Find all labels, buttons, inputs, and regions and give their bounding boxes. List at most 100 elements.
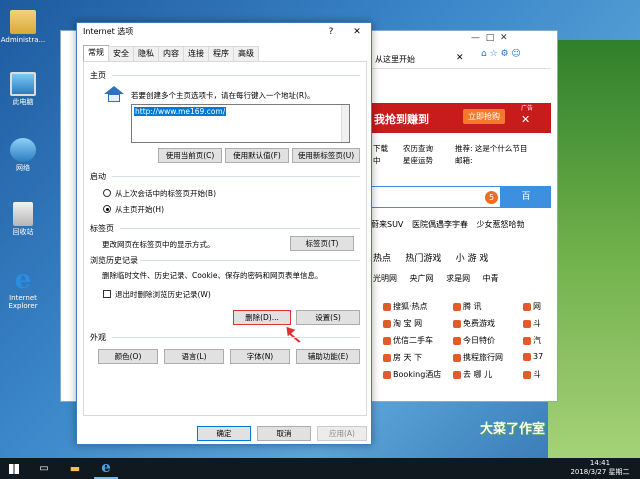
link-item[interactable]: 斗 (523, 318, 541, 329)
browser-tab[interactable]: 从这里开始 ✕ (361, 49, 551, 69)
start-button[interactable] (4, 458, 24, 479)
link-item[interactable]: 去 哪 儿 (453, 369, 492, 380)
toolbar-icons[interactable]: ⌂ ☆ ⚙ ☺ (481, 49, 521, 59)
link-label: 搜狐·热点 (393, 302, 428, 311)
link-item[interactable]: 网 (523, 301, 541, 312)
tab-programs[interactable]: 程序 (208, 46, 234, 61)
desktop-icon-label: Administra... (0, 36, 46, 44)
link-item[interactable]: 淘 宝 网 (383, 318, 422, 329)
user-folder-icon (10, 10, 36, 34)
link-label: 携程旅行网 (463, 353, 503, 362)
link-item[interactable]: 今日特价 (453, 335, 495, 346)
taobao-icon (383, 319, 391, 328)
startup-section-title: 启动 (90, 172, 106, 181)
sites-row[interactable]: 光明网 央广网 求是网 中青 (373, 273, 499, 284)
ctrip-icon (453, 353, 461, 362)
desktop-icon-recycle-bin[interactable]: 回收站 (0, 202, 46, 236)
apply-button[interactable]: 应用(A) (317, 426, 367, 441)
link-item[interactable]: 斗 (523, 369, 541, 380)
scrollbar[interactable] (341, 105, 349, 142)
recycle-bin-icon (13, 202, 33, 226)
start-home-radio[interactable] (103, 205, 111, 213)
tab-security[interactable]: 安全 (108, 46, 134, 61)
ie-taskbar-icon[interactable]: e (94, 458, 118, 479)
delete-on-exit-label: 退出时删除浏览历史记录(W) (115, 290, 211, 299)
window-controls[interactable]: — □ ✕ (471, 33, 508, 43)
link-item[interactable]: 汽 (523, 335, 541, 346)
taskbar: ▭ ▬ e 14:41 2018/3/27 星期二 (0, 458, 640, 479)
info-col3[interactable]: 推荐: 这是个什么节目 邮箱: (455, 143, 527, 167)
link-item[interactable]: 搜狐·热点 (383, 301, 428, 312)
nav-row[interactable]: 热点 热门游戏 小 游 戏 (373, 251, 488, 264)
delete-on-exit-checkbox[interactable] (103, 290, 111, 298)
start-last-session-radio[interactable] (103, 189, 111, 197)
info-col2[interactable]: 农历查询 星座运势 (403, 143, 433, 167)
link-item[interactable]: Booking酒店 (383, 369, 441, 380)
task-view-icon[interactable]: ▭ (34, 458, 54, 479)
link-item[interactable]: 腾 讯 (453, 301, 482, 312)
use-current-button[interactable]: 使用当前页(C) (158, 148, 222, 163)
desktop-icon-user[interactable]: Administra... (0, 10, 46, 44)
tencent-icon (453, 302, 461, 311)
ok-button[interactable]: 确定 (197, 426, 251, 441)
delete-history-button[interactable]: 删除(D)... (233, 310, 291, 325)
dialog-titlebar: Internet 选项 ? ✕ (77, 23, 371, 41)
use-default-button[interactable]: 使用默认值(F) (225, 148, 289, 163)
ad-button[interactable]: 立即抢购 (463, 109, 505, 124)
tab-general[interactable]: 常规 (83, 45, 109, 61)
wallpaper-foliage (548, 40, 640, 458)
search-input[interactable]: 5 (371, 186, 501, 208)
desktop-icon-network[interactable]: 网络 (0, 138, 46, 172)
languages-button[interactable]: 语言(L) (164, 349, 224, 364)
close-icon[interactable]: ✕ (521, 113, 530, 126)
link-item[interactable]: 免费游戏 (453, 318, 495, 329)
internet-options-dialog: Internet 选项 ? ✕ 常规 安全 隐私 内容 连接 程序 高级 主页 … (76, 22, 372, 445)
tab-privacy[interactable]: 隐私 (133, 46, 159, 61)
link-label: 汽 (533, 336, 541, 345)
g37-icon (523, 352, 531, 361)
sale-icon (453, 336, 461, 345)
close-icon[interactable]: ✕ (456, 53, 464, 63)
tab-advanced[interactable]: 高级 (233, 46, 259, 61)
link-label: 今日特价 (463, 336, 495, 345)
link-label: 去 哪 儿 (463, 370, 493, 379)
link-label: Booking酒店 (393, 370, 442, 379)
clock[interactable]: 14:41 2018/3/27 星期二 (560, 458, 640, 479)
watermark: 大菜了作室 (480, 422, 546, 437)
fonts-button[interactable]: 字体(N) (230, 349, 290, 364)
netease-icon (523, 302, 531, 311)
network-icon (10, 138, 36, 162)
link-label: 网 (533, 302, 541, 311)
desktop-icon-ie[interactable]: e Internet Explorer (0, 267, 46, 310)
divider (112, 337, 360, 338)
link-item[interactable]: 携程旅行网 (453, 352, 503, 363)
accessibility-button[interactable]: 辅助功能(E) (296, 349, 360, 364)
tabs-settings-button[interactable]: 标签页(T) (290, 236, 354, 251)
ad-tag: 广告 (521, 105, 534, 112)
desktop-icon-label: 网络 (16, 164, 30, 172)
close-button[interactable]: ✕ (347, 23, 367, 41)
link-item[interactable]: 37 (523, 352, 543, 361)
file-explorer-icon[interactable]: ▬ (64, 458, 86, 479)
home-url-textarea[interactable]: http://www.me169.com/ (131, 104, 350, 143)
news-row[interactable]: 蔚来SUV 医院偶遇李宇春 少女惹怒哈勃 (371, 219, 525, 230)
home-section-title: 主页 (90, 71, 106, 80)
link-label: 斗 (533, 319, 541, 328)
cancel-button[interactable]: 取消 (257, 426, 311, 441)
clock-date: 2018/3/27 星期二 (570, 468, 630, 476)
link-label: 房 天 下 (393, 353, 423, 362)
help-button[interactable]: ? (321, 23, 341, 41)
use-new-tab-button[interactable]: 使用新标签页(U) (292, 148, 360, 163)
link-item[interactable]: 优信二手车 (383, 335, 433, 346)
ad-banner[interactable]: 我抢到赚到 立即抢购 广告 ✕ (371, 103, 551, 133)
link-item[interactable]: 房 天 下 (383, 352, 422, 363)
divider (112, 75, 360, 76)
ad-title: 我抢到赚到 (374, 113, 429, 126)
history-settings-button[interactable]: 设置(S) (296, 310, 360, 325)
search-button[interactable]: 百 (501, 186, 551, 208)
tab-content[interactable]: 内容 (158, 46, 184, 61)
tabs-section-title: 标签页 (90, 224, 114, 233)
desktop-icon-computer[interactable]: 此电脑 (0, 72, 46, 106)
colors-button[interactable]: 颜色(O) (98, 349, 158, 364)
tab-connections[interactable]: 连接 (183, 46, 209, 61)
